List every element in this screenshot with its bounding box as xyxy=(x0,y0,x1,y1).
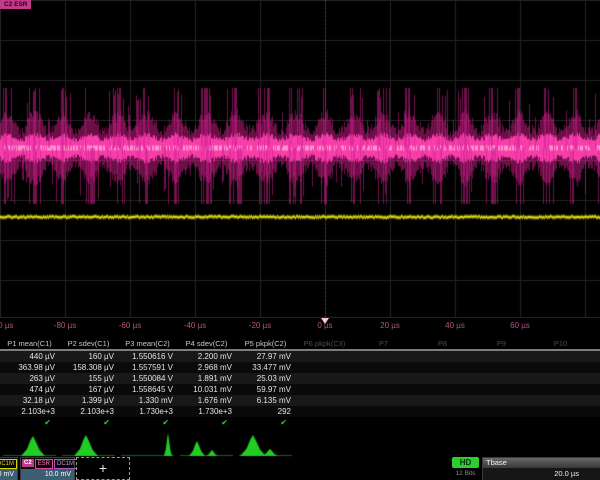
time-axis-label: -100 µs xyxy=(0,321,13,330)
c2-user-label-badge: ESR xyxy=(35,459,53,469)
measure-min-p4: 1.891 mV xyxy=(177,373,236,384)
measure-value-p2: 160 µV xyxy=(59,351,118,362)
time-axis-label: -40 µs xyxy=(184,321,206,330)
measure-mean-p2: 158.308 µV xyxy=(59,362,118,373)
time-axis-label: -60 µs xyxy=(119,321,141,330)
measure-value-p5: 27.97 mV xyxy=(236,351,295,362)
adc-bits-label: 12 Bits xyxy=(452,469,479,479)
measure-num-p3: 1.730e+3 xyxy=(118,406,177,417)
measure-column-p3: P3 mean(C2) 1.550616 V1.557591 V1.550084 … xyxy=(118,337,177,429)
measure-max-p4: 10.031 mV xyxy=(177,384,236,395)
measure-value-p1: 440 µV xyxy=(0,351,59,362)
measure-mean-p5: 33.477 mV xyxy=(236,362,295,373)
measure-max-p3: 1.558645 V xyxy=(118,384,177,395)
measure-min-p3: 1.550084 V xyxy=(118,373,177,384)
waveform-display-canvas[interactable] xyxy=(0,0,600,318)
measure-column-p4: P4 sdev(C2) 2.200 mV2.968 mV1.891 mV10.03… xyxy=(177,337,236,429)
time-axis-label: -20 µs xyxy=(249,321,271,330)
measure-mean-p1: 363.98 µV xyxy=(0,362,59,373)
measure-header-p1[interactable]: P1 mean(C1) xyxy=(0,337,59,349)
measure-num-p4: 1.730e+3 xyxy=(177,406,236,417)
measure-sdev-p3: 1.330 mV xyxy=(118,395,177,406)
measure-mean-p3: 1.557591 V xyxy=(118,362,177,373)
measure-mean-p4: 2.968 mV xyxy=(177,362,236,373)
time-axis-label: 40 µs xyxy=(445,321,465,330)
c2-name-badge: C2 xyxy=(22,459,34,467)
measure-status-p2: ✔ xyxy=(59,417,110,429)
measure-max-p5: 59.97 mV xyxy=(236,384,295,395)
measure-value-p4: 2.200 mV xyxy=(177,351,236,362)
measure-header-p6[interactable]: P6 pkpk(C3) xyxy=(295,337,354,349)
add-trace-button[interactable]: + xyxy=(76,457,130,480)
hd-mode-badge[interactable]: HD xyxy=(452,457,479,468)
measure-header-p8[interactable]: P8 xyxy=(413,337,472,349)
trace-label-badge: C2 ESR xyxy=(0,0,31,9)
time-axis-label: -80 µs xyxy=(54,321,76,330)
timebase-label: Tbase xyxy=(483,458,600,468)
histicon-strip[interactable] xyxy=(0,429,600,457)
measure-column-p2: P2 sdev(C1) 160 µV158.308 µV155 µV167 µV1… xyxy=(59,337,118,429)
oscilloscope-screen: C2 ESR -100 µs -80 µs -60 µs -40 µs -20 µs 0 … xyxy=(0,0,600,480)
measure-header-p3[interactable]: P3 mean(C2) xyxy=(118,337,177,349)
plus-icon: + xyxy=(99,460,107,476)
measure-header-p2[interactable]: P2 sdev(C1) xyxy=(59,337,118,349)
time-axis-label: 20 µs xyxy=(380,321,400,330)
measure-sdev-p1: 32.18 µV xyxy=(0,395,59,406)
measure-num-p1: 2.103e+3 xyxy=(0,406,59,417)
time-axis: -100 µs -80 µs -60 µs -40 µs -20 µs 0 µs 20 µs… xyxy=(0,318,600,337)
measure-column-p1: P1 mean(C1) 440 µV363.98 µV263 µV474 µV32… xyxy=(0,337,59,429)
c1-scale-value: 10.0 mV xyxy=(0,469,17,480)
timebase-scale-value: 20.0 µs xyxy=(483,468,600,480)
c1-coupling-badge: DC1M xyxy=(0,459,17,469)
time-axis-label: 60 µs xyxy=(510,321,530,330)
measure-header-p7[interactable]: P7 xyxy=(354,337,413,349)
measure-max-p2: 167 µV xyxy=(59,384,118,395)
c2-coupling-badge: DC1M xyxy=(54,459,77,469)
measure-min-p1: 263 µV xyxy=(0,373,59,384)
measure-status-p1: ✔ xyxy=(0,417,51,429)
measure-num-p5: 292 xyxy=(236,406,295,417)
channel-descriptor-c1[interactable]: DC1M 10.0 mV xyxy=(0,457,18,480)
measure-max-p1: 474 µV xyxy=(0,384,59,395)
measure-value-p3: 1.550616 V xyxy=(118,351,177,362)
measure-status-p5: ✔ xyxy=(236,417,287,429)
measure-sdev-p5: 6.135 mV xyxy=(236,395,295,406)
measure-header-p9[interactable]: P9 xyxy=(472,337,531,349)
measure-num-p2: 2.103e+3 xyxy=(59,406,118,417)
measure-column-p5: P5 pkpk(C2) 27.97 mV33.477 mV25.03 mV59.9… xyxy=(236,337,295,429)
channel-descriptor-c2[interactable]: C2 ESR DC1M 10.0 mV xyxy=(20,457,75,480)
measure-min-p5: 25.03 mV xyxy=(236,373,295,384)
measure-sdev-p4: 1.676 mV xyxy=(177,395,236,406)
measure-status-p4: ✔ xyxy=(177,417,228,429)
measure-header-p4[interactable]: P4 sdev(C2) xyxy=(177,337,236,349)
measure-table: P1 mean(C1) 440 µV363.98 µV263 µV474 µV32… xyxy=(0,337,600,429)
measure-status-p3: ✔ xyxy=(118,417,169,429)
descriptor-bar: DC1M 10.0 mV C2 ESR DC1M 10.0 mV + HD 12… xyxy=(0,457,600,480)
measure-sdev-p2: 1.399 µV xyxy=(59,395,118,406)
timebase-descriptor[interactable]: Tbase 20.0 µs xyxy=(482,457,600,480)
time-axis-label: 0 µs xyxy=(317,321,332,330)
measure-header-p11[interactable]: P11 xyxy=(590,337,600,349)
c2-scale-value: 10.0 mV xyxy=(21,469,74,480)
measure-min-p2: 155 µV xyxy=(59,373,118,384)
measure-header-p5[interactable]: P5 pkpk(C2) xyxy=(236,337,295,349)
measure-header-p10[interactable]: P10 xyxy=(531,337,590,349)
